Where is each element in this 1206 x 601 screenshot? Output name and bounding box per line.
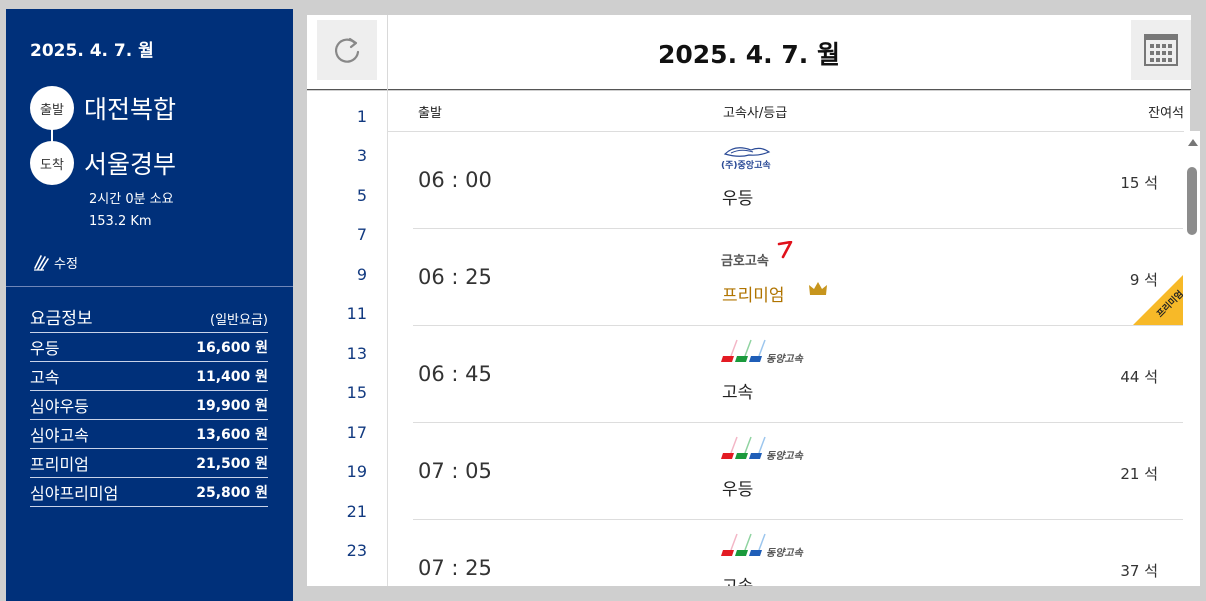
remaining-seats: 37 석 bbox=[1120, 562, 1158, 580]
bus-grade: 고속 bbox=[722, 383, 754, 403]
svg-text:동양고속: 동양고속 bbox=[766, 353, 804, 365]
fare-grade: 고속 bbox=[30, 368, 60, 387]
departure-time: 07 : 25 bbox=[418, 556, 492, 580]
fare-grade: 심야우등 bbox=[30, 397, 89, 416]
bus-grade: 고속 bbox=[722, 572, 753, 586]
departure-time: 06 : 45 bbox=[418, 362, 492, 386]
svg-text:동양고속: 동양고속 bbox=[766, 450, 804, 462]
fare-price: 16,600 원 bbox=[196, 340, 268, 356]
hour-link[interactable]: 23 bbox=[347, 541, 367, 560]
trip-duration: 2시간 0분 소요 bbox=[89, 192, 174, 207]
bus-grade: 우등 bbox=[722, 189, 754, 209]
fare-row: 프리미엄 21,500 원 bbox=[30, 449, 268, 478]
arrival-stop: 도착 서울경부 bbox=[30, 141, 176, 185]
departure-stop: 출발 대전복합 bbox=[30, 86, 176, 130]
hour-link[interactable]: 17 bbox=[347, 423, 367, 442]
hour-link[interactable]: 11 bbox=[347, 304, 367, 323]
fare-price: 11,400 원 bbox=[196, 369, 268, 385]
hour-link[interactable]: 3 bbox=[357, 146, 367, 165]
hour-link[interactable]: 1 bbox=[357, 107, 367, 126]
route-sidebar: 2025. 4. 7. 월 출발 대전복합 도착 서울경부 2시간 0분 소요 … bbox=[6, 9, 293, 601]
fare-row: 고속 11,400 원 bbox=[30, 362, 268, 391]
hour-index: 1 3 5 7 9 11 13 15 17 19 21 23 bbox=[307, 91, 388, 601]
hour-link[interactable]: 15 bbox=[347, 383, 367, 402]
fare-grade: 프리미엄 bbox=[30, 455, 89, 474]
departure-name: 대전복합 bbox=[84, 95, 177, 124]
departure-time: 07 : 05 bbox=[418, 459, 492, 483]
arrival-name: 서울경부 bbox=[84, 150, 177, 179]
departure-time: 06 : 25 bbox=[418, 265, 492, 289]
fare-row: 심야고속 13,600 원 bbox=[30, 420, 268, 449]
header-company: 고속사/등급 bbox=[723, 106, 788, 121]
schedule-list: 출발 고속사/등급 잔여석 06 : 00 (주)중앙고속 우등 15 석 06… bbox=[388, 91, 1190, 586]
list-scrollbar[interactable] bbox=[1184, 131, 1200, 586]
fare-price: 21,500 원 bbox=[196, 456, 268, 472]
hour-link[interactable]: 19 bbox=[347, 462, 367, 481]
fare-header: 요금정보 (일반요금) bbox=[30, 304, 268, 329]
fare-price: 19,900 원 bbox=[196, 398, 268, 414]
bus-grade: 우등 bbox=[722, 480, 754, 500]
fare-grade: 우등 bbox=[30, 339, 60, 358]
fare-subtitle: (일반요금) bbox=[210, 313, 268, 328]
edit-icon bbox=[34, 255, 49, 271]
edit-label: 수정 bbox=[54, 256, 78, 272]
hour-link[interactable]: 9 bbox=[357, 265, 367, 284]
fare-grade: 심야프리미엄 bbox=[30, 484, 119, 503]
departure-badge: 출발 bbox=[30, 86, 74, 130]
schedule-row[interactable]: 06 : 00 (주)중앙고속 우등 15 석 bbox=[413, 132, 1183, 229]
edit-button[interactable]: 수정 bbox=[32, 252, 78, 272]
arrival-badge: 도착 bbox=[30, 141, 74, 185]
hour-link[interactable]: 13 bbox=[347, 344, 367, 363]
remaining-seats: 44 석 bbox=[1120, 368, 1158, 386]
schedule-row[interactable]: 07 : 05 동양고속 우등 21 석 bbox=[413, 423, 1183, 520]
schedule-row[interactable]: 06 : 45 동양고속 고속 44 석 bbox=[413, 326, 1183, 423]
company-logo-dongyang: 동양고속 bbox=[721, 338, 817, 370]
company-logo-jungang: (주)중앙고속 bbox=[721, 144, 791, 176]
sidebar-date: 2025. 4. 7. 월 bbox=[30, 41, 154, 61]
crown-icon bbox=[809, 282, 827, 295]
fare-row: 심야우등 19,900 원 bbox=[30, 391, 268, 420]
header-departure: 출발 bbox=[418, 106, 442, 121]
page: 2025. 4. 7. 월 출발 대전복합 도착 서울경부 2시간 0분 소요 … bbox=[0, 0, 1206, 601]
svg-text:금호고속: 금호고속 bbox=[721, 254, 769, 269]
calendar-button[interactable] bbox=[1131, 20, 1191, 80]
scroll-thumb[interactable] bbox=[1187, 167, 1197, 235]
scroll-up-arrow-icon[interactable] bbox=[1188, 139, 1198, 146]
bus-grade: 프리미엄 bbox=[722, 286, 785, 306]
departure-time: 06 : 00 bbox=[418, 168, 492, 192]
bottom-strip bbox=[293, 586, 1206, 601]
hour-link[interactable]: 7 bbox=[357, 225, 367, 244]
calendar-icon bbox=[1144, 34, 1178, 66]
fare-title: 요금정보 bbox=[30, 309, 93, 329]
header-seats: 잔여석 bbox=[1148, 106, 1184, 121]
schedule-row[interactable]: 06 : 25 금호고속 프리미엄 9 석 프리미엄 bbox=[413, 229, 1183, 326]
schedule-row[interactable]: 07 : 25 동양고속 고속 37 석 bbox=[413, 520, 1183, 586]
fare-list: 우등 16,600 원 고속 11,400 원 심야우등 19,900 원 심야고속 1… bbox=[30, 332, 268, 507]
fare-price: 13,600 원 bbox=[196, 427, 268, 443]
company-logo-dongyang: 동양고속 bbox=[721, 532, 817, 564]
trip-distance: 153.2 Km bbox=[89, 214, 152, 229]
fare-grade: 심야고속 bbox=[30, 426, 89, 445]
fare-row: 우등 16,600 원 bbox=[30, 333, 268, 362]
date-bar: 2025. 4. 7. 월 bbox=[307, 15, 1191, 90]
hour-link[interactable]: 5 bbox=[357, 186, 367, 205]
sidebar-divider bbox=[6, 286, 293, 287]
remaining-seats: 15 석 bbox=[1120, 174, 1158, 192]
hour-link[interactable]: 21 bbox=[347, 502, 367, 521]
list-header: 출발 고속사/등급 잔여석 bbox=[388, 91, 1184, 132]
fare-row: 심야프리미엄 25,800 원 bbox=[30, 478, 268, 507]
company-logo-dongyang: 동양고속 bbox=[721, 435, 817, 467]
svg-text:동양고속: 동양고속 bbox=[766, 547, 804, 559]
company-logo-kumho: 금호고속 bbox=[721, 240, 811, 273]
premium-ribbon: 프리미엄 bbox=[1133, 275, 1183, 325]
selected-date-title: 2025. 4. 7. 월 bbox=[658, 40, 840, 69]
svg-text:(주)중앙고속: (주)중앙고속 bbox=[721, 159, 771, 171]
fare-price: 25,800 원 bbox=[196, 485, 268, 501]
remaining-seats: 21 석 bbox=[1120, 465, 1158, 483]
